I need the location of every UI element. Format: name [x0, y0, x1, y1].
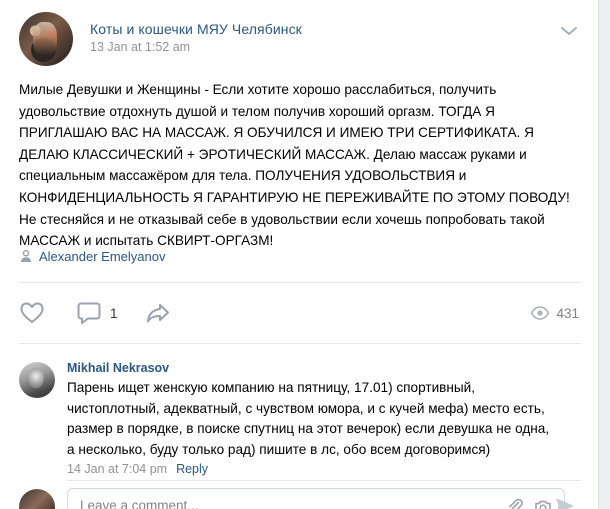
- comment-timestamp[interactable]: 14 Jan at 7:04 pm: [67, 462, 167, 476]
- divider: [19, 282, 581, 283]
- post-author-link[interactable]: Alexander Emelyanov: [39, 249, 165, 264]
- post-text-line: КОНФИДЕНЦИАЛЬНОСТЬ Я ГАРАНТИРУЮ НЕ ПЕРЕЖ…: [19, 189, 570, 205]
- post-actions: 1 431: [19, 300, 581, 326]
- post-card: Коты и кошечки МЯУ Челябинск 13 Jan at 1…: [0, 0, 599, 509]
- comment-button[interactable]: 1: [76, 300, 118, 326]
- post-signer[interactable]: Alexander Emelyanov: [19, 247, 165, 265]
- heart-icon: [20, 302, 44, 323]
- divider: [19, 343, 581, 344]
- share-button[interactable]: [145, 300, 171, 326]
- comment-text-line: а несколько, буду только рад) пишите в л…: [67, 441, 491, 457]
- divider: [67, 480, 581, 481]
- post-text-line: ПРИГЛАШАЮ ВАС НА МАССАЖ. Я ОБУЧИЛСЯ И ИМ…: [19, 125, 534, 141]
- post-text-line: специальным массажёром для тела. ПОЛУЧЕН…: [19, 168, 467, 184]
- paperclip-icon[interactable]: [506, 497, 524, 509]
- post-text-line: Милые Девушки и Женщины - Если хотите хо…: [19, 82, 497, 97]
- comment-icon: [77, 302, 101, 324]
- comment-text-line: размер в порядке, в поиске спутниц на эт…: [67, 421, 550, 437]
- comments-count: 1: [110, 305, 118, 321]
- post-text-line: удовольствие отдохнуть душой и телом пол…: [19, 103, 495, 119]
- group-avatar[interactable]: [19, 12, 73, 66]
- comment-composer[interactable]: [67, 488, 565, 509]
- chevron-down-icon[interactable]: [559, 24, 579, 38]
- comment-body-text: Парень ищет женскую компанию на пятницу,…: [67, 378, 587, 460]
- current-user-avatar: [19, 489, 55, 509]
- post-body-text: Милые Девушки и Женщины - Если хотите хо…: [19, 79, 589, 252]
- share-icon: [147, 304, 169, 323]
- views-count: 431: [556, 305, 579, 321]
- comment-input[interactable]: [80, 498, 410, 509]
- post-text-line: ДЕЛАЮ КЛАССИЧЕСКИЙ + ЭРОТИЧЕСКИЙ МАССАЖ.…: [19, 146, 527, 162]
- post-timestamp[interactable]: 13 Jan at 1:52 am: [90, 40, 190, 54]
- like-button[interactable]: [19, 300, 45, 326]
- camera-icon[interactable]: [534, 499, 552, 509]
- comment-meta: 14 Jan at 7:04 pm Reply: [67, 462, 208, 476]
- comment-text-line: Парень ищет женскую компанию на пятницу,…: [67, 380, 476, 395]
- eye-icon: [531, 306, 550, 320]
- reply-link[interactable]: Reply: [176, 462, 208, 476]
- comment-text-line: чистоплотный, адекватный, с чувством юмо…: [67, 400, 545, 416]
- send-icon[interactable]: [554, 495, 576, 509]
- commenter-name-link[interactable]: Mikhail Nekrasov: [67, 361, 169, 375]
- page-background-strip: [599, 0, 610, 509]
- post-text-line: Не стесняйся и не отказывай себе в удово…: [19, 211, 545, 227]
- views-counter: 431: [530, 300, 579, 326]
- commenter-avatar[interactable]: [19, 362, 55, 398]
- person-icon: [21, 249, 31, 262]
- group-name-link[interactable]: Коты и кошечки МЯУ Челябинск: [90, 21, 302, 37]
